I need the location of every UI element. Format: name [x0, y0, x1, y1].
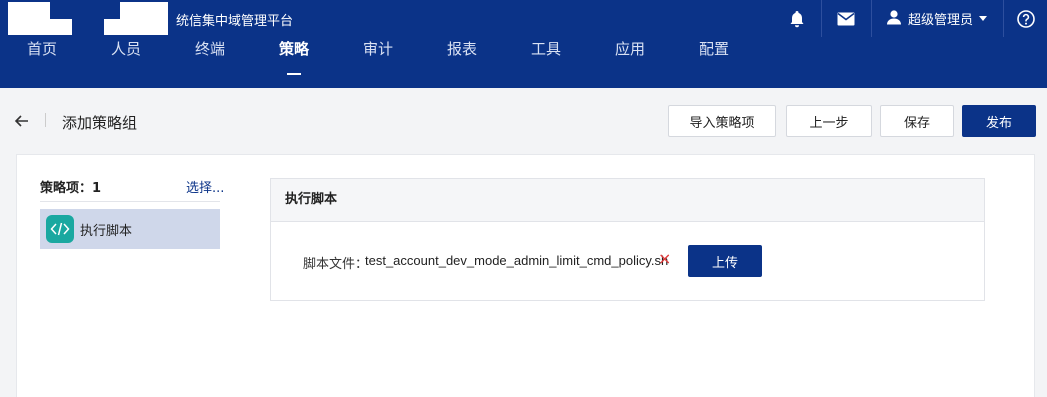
main-nav: 首页 人员 终端 策略 审计 报表 工具 应用 配置 [0, 37, 756, 88]
user-name: 超级管理员 [908, 13, 974, 28]
policy-items-label-text: 策略项： [40, 181, 93, 196]
panel-title: 执行脚本 [271, 179, 984, 222]
prev-step-button[interactable]: 上一步 [786, 105, 872, 137]
nav-item-audit[interactable]: 审计 [336, 24, 420, 88]
mail-icon[interactable] [822, 0, 870, 37]
file-label: 脚本文件： [303, 257, 369, 272]
nav-item-tools[interactable]: 工具 [504, 24, 588, 88]
nav-item-reports[interactable]: 报表 [420, 24, 504, 88]
top-header: 统信集中域管理平台 超级管理员 首页 人员 终端 策略 审计 报表 工具 应用 … [0, 0, 1047, 88]
file-name: test_account_dev_mode_admin_limit_cmd_po… [365, 253, 669, 268]
bell-icon[interactable] [773, 0, 821, 37]
publish-button[interactable]: 发布 [962, 105, 1036, 137]
script-panel: 执行脚本 脚本文件： test_account_dev_mode_admin_l… [270, 178, 985, 301]
divider [40, 201, 220, 202]
upload-button[interactable]: 上传 [688, 245, 762, 277]
nav-item-config[interactable]: 配置 [672, 24, 756, 88]
user-menu[interactable]: 超级管理员 [872, 0, 988, 37]
import-policy-button[interactable]: 导入策略项 [668, 105, 776, 137]
policy-list-item[interactable]: 执行脚本 [40, 209, 220, 249]
caret-down-icon [979, 11, 988, 26]
policy-items-count: 1 [92, 181, 102, 196]
divider [45, 113, 46, 127]
nav-item-people[interactable]: 人员 [84, 24, 168, 88]
nav-item-home[interactable]: 首页 [0, 24, 84, 88]
nav-item-terminal[interactable]: 终端 [168, 24, 252, 88]
policy-item-label: 执行脚本 [80, 223, 133, 239]
save-button[interactable]: 保存 [880, 105, 954, 137]
remove-file-icon[interactable]: × [658, 249, 671, 268]
nav-item-policy[interactable]: 策略 [252, 24, 336, 88]
page-title: 添加策略组 [62, 114, 138, 132]
help-icon[interactable] [1004, 0, 1047, 37]
select-link[interactable]: 选择... [186, 177, 224, 196]
code-icon [46, 215, 74, 243]
nav-item-apps[interactable]: 应用 [588, 24, 672, 88]
back-arrow-icon[interactable] [12, 111, 32, 131]
user-icon [886, 9, 902, 29]
policy-items-label: 策略项：1 [40, 177, 101, 196]
